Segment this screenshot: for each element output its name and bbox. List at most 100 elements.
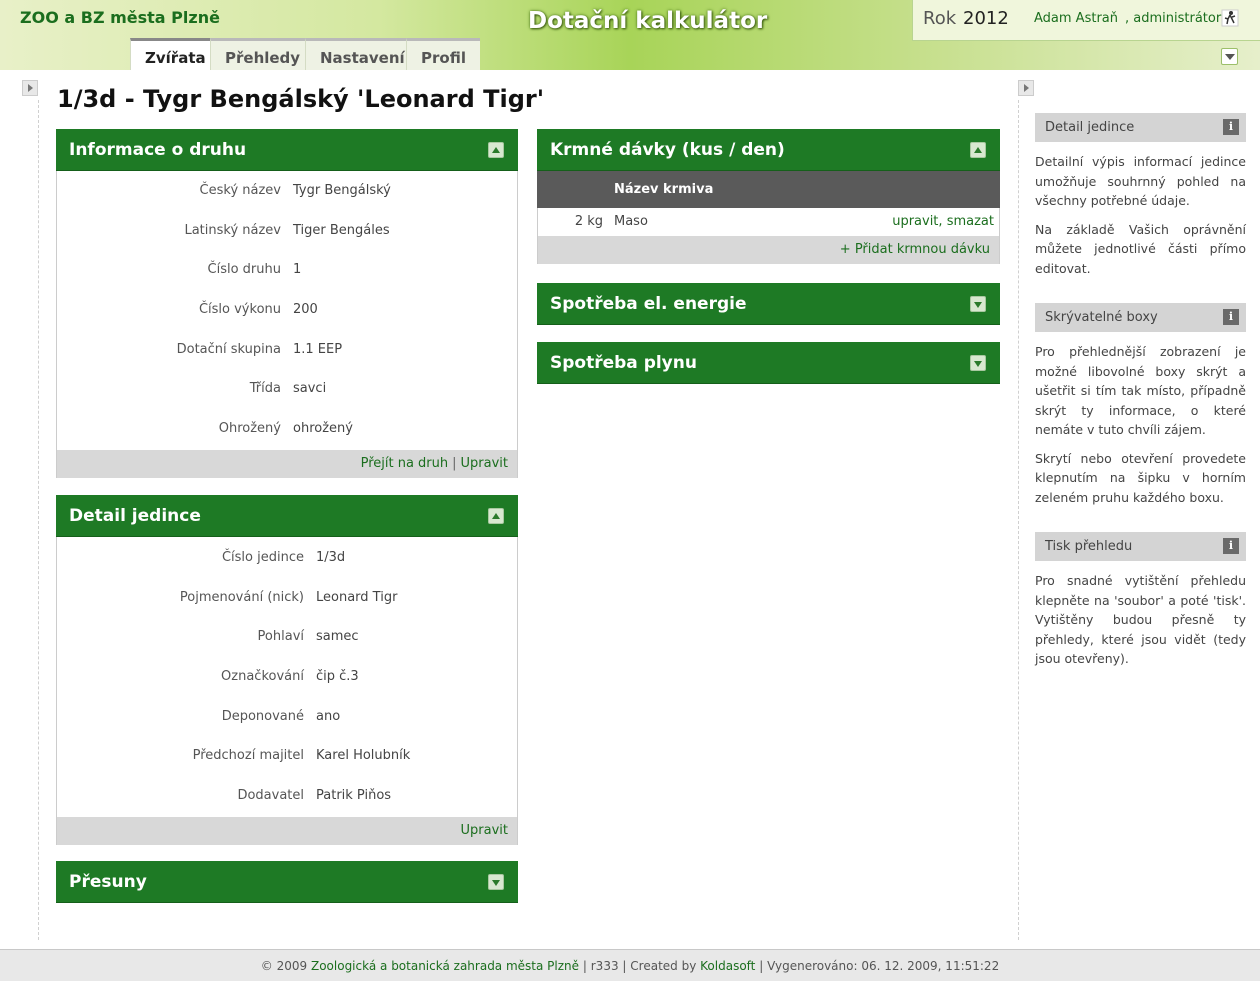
individual-detail-box: Detail jedince Číslo jedince 1/3d Pojmeno… — [56, 495, 518, 845]
feed-name: Maso — [614, 214, 648, 229]
field-row: Dodavatel Patrik Piňos — [57, 777, 517, 817]
field-value: ano — [316, 708, 341, 724]
app-title: Dotační kalkulátor — [528, 8, 768, 34]
tab-nastaveni[interactable]: Nastavení — [305, 38, 419, 70]
site-name[interactable]: ZOO a BZ města Plzně — [20, 8, 220, 27]
left-panel-toggle[interactable] — [22, 80, 38, 96]
column-header-feed-name[interactable]: Název krmiva — [614, 171, 713, 208]
collapse-up-icon[interactable] — [488, 508, 504, 524]
field-label: Pojmenování (nick) — [179, 589, 304, 605]
info-icon: i — [1223, 538, 1239, 554]
field-row: Předchozí majitel Karel Holubník — [57, 737, 517, 777]
tab-zvirata[interactable]: Zvířata — [130, 38, 220, 70]
field-row: Číslo druhu 1 — [57, 251, 517, 291]
table-row: 2 kg Maso upravit, smazat — [537, 208, 1000, 236]
header-collapse-toggle[interactable] — [1221, 48, 1238, 65]
right-panel-toggle[interactable] — [1018, 80, 1034, 96]
help-title: Tisk přehledu — [1045, 539, 1133, 554]
field-label: Ohrožený — [218, 421, 281, 437]
field-label: Třída — [249, 381, 281, 397]
feed-title: Krmné dávky (kus / den) — [550, 140, 785, 160]
transfers-header[interactable]: Přesuny — [56, 861, 518, 903]
user-box: Rok 2012 Adam Astraň , administrátor — [912, 0, 1260, 41]
help-title: Skrývatelné boxy — [1045, 310, 1158, 325]
energy-box: Spotřeba el. energie — [537, 283, 1000, 325]
field-row: Dotační skupina 1.1 EEP — [57, 331, 517, 371]
gas-box: Spotřeba plynu — [537, 342, 1000, 384]
field-row: Latinský název Tiger Bengáles — [57, 212, 517, 252]
field-label: Český název — [199, 183, 281, 198]
field-value: čip č.3 — [316, 669, 359, 685]
field-label: Označkování — [221, 669, 304, 685]
edit-feed-link[interactable]: upravit — [892, 214, 938, 229]
collapse-up-icon[interactable] — [970, 142, 986, 158]
edit-individual-link[interactable]: Upravit — [461, 823, 508, 838]
individual-detail-footer: Upravit — [56, 816, 518, 845]
footer-generated: Vygenerováno: 06. 12. 2009, 11:51:22 — [767, 959, 1000, 973]
tab-prehledy[interactable]: Přehledy — [210, 38, 315, 70]
field-value: samec — [316, 629, 359, 645]
feed-table-header: Název krmiva — [537, 171, 1000, 208]
feed-header[interactable]: Krmné dávky (kus / den) — [537, 129, 1000, 171]
info-icon: i — [1223, 119, 1239, 135]
user-role: , administrátor — [1125, 11, 1222, 26]
field-value: Patrik Piňos — [316, 788, 392, 804]
field-value: 200 — [293, 302, 318, 318]
field-label: Pohlaví — [257, 629, 304, 645]
help-text: Pro přehlednější zobrazení je možné libo… — [1035, 342, 1246, 507]
action-separator: , — [938, 214, 943, 229]
field-row: Třída savci — [57, 370, 517, 410]
collapse-up-icon[interactable] — [488, 142, 504, 158]
gas-header[interactable]: Spotřeba plynu — [537, 342, 1000, 384]
edit-species-link[interactable]: Upravit — [461, 456, 508, 471]
footer: © 2009 Zoologická a botanická zahrada mě… — [0, 949, 1260, 981]
year-value[interactable]: 2012 — [963, 8, 1009, 29]
field-value: Tiger Bengáles — [293, 222, 390, 238]
field-value: Tygr Bengálský — [293, 183, 391, 198]
species-info-box: Informace o druhu Český název Tygr Bengál… — [56, 129, 518, 478]
footer-created-by: Created by — [630, 959, 697, 973]
right-divider — [1018, 100, 1019, 940]
energy-title: Spotřeba el. energie — [550, 294, 747, 314]
field-label: Deponované — [221, 708, 304, 724]
energy-header[interactable]: Spotřeba el. energie — [537, 283, 1000, 325]
field-row: Český název Tygr Bengálský — [57, 172, 517, 212]
left-divider — [38, 100, 39, 940]
help-header: Detail jedince i — [1035, 113, 1246, 142]
field-value: 1/3d — [316, 550, 346, 565]
field-label: Dotační skupina — [176, 341, 281, 357]
help-box-detail: Detail jedince i Detailní výpis informac… — [1035, 113, 1246, 287]
expand-down-icon[interactable] — [970, 296, 986, 312]
field-row: Ohrožený ohrožený — [57, 410, 517, 450]
add-feed-link[interactable]: + Přidat krmnou dávku — [840, 242, 990, 257]
footer-org-link[interactable]: Zoologická a botanická zahrada města Plz… — [311, 959, 579, 973]
species-info-body: Český název Tygr Bengálský Latinský název… — [56, 171, 518, 450]
field-value: 1 — [293, 262, 302, 278]
field-row: Pohlaví samec — [57, 618, 517, 658]
tab-profil[interactable]: Profil — [406, 38, 480, 70]
field-label: Dodavatel — [237, 788, 304, 804]
expand-down-icon[interactable] — [488, 874, 504, 890]
page-title: 1/3d - Tygr Bengálský 'Leonard Tigr' — [57, 85, 545, 113]
help-text: Detailní výpis informací jedince umožňuj… — [1035, 152, 1246, 278]
delete-feed-link[interactable]: smazat — [947, 214, 994, 229]
expand-down-icon[interactable] — [970, 355, 986, 371]
field-row: Deponované ano — [57, 698, 517, 738]
field-row: Označkování čip č.3 — [57, 658, 517, 698]
logout-icon[interactable] — [1221, 9, 1239, 27]
help-paragraph: Na základě Vašich oprávnění můžete jedno… — [1035, 221, 1246, 276]
field-value: ohrožený — [293, 421, 353, 437]
field-value: savci — [293, 381, 327, 397]
footer-separator: | — [622, 959, 627, 973]
transfers-box: Přesuny — [56, 861, 518, 903]
species-info-header[interactable]: Informace o druhu — [56, 129, 518, 171]
field-label: Číslo druhu — [207, 262, 281, 278]
info-icon: i — [1223, 309, 1239, 325]
field-row: Číslo výkonu 200 — [57, 291, 517, 331]
field-value: 1.1 EEP — [293, 341, 343, 357]
user-name-link[interactable]: Adam Astraň — [1034, 11, 1118, 26]
individual-detail-header[interactable]: Detail jedince — [56, 495, 518, 537]
gas-title: Spotřeba plynu — [550, 353, 697, 373]
goto-species-link[interactable]: Přejít na druh — [361, 456, 449, 471]
footer-author-link[interactable]: Koldasoft — [700, 959, 755, 973]
